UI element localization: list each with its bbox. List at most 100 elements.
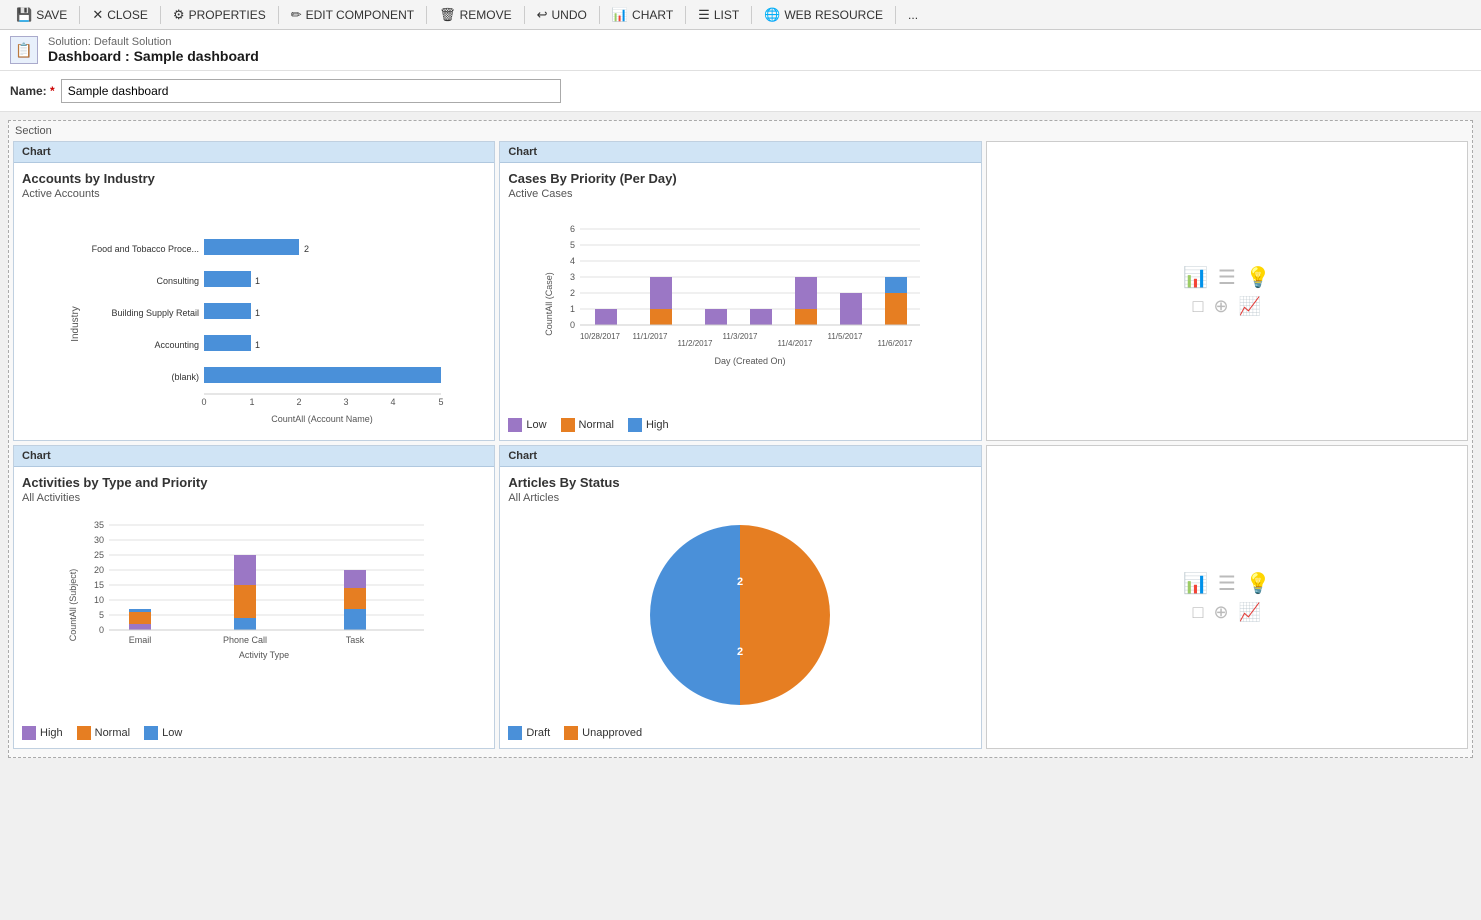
bulb-icon-2: 💡 xyxy=(1246,571,1271,596)
chart1-svg-wrap: Industry Food and Tobacco Proce... 2 Con… xyxy=(22,206,486,432)
chart4-svg-wrap: 2 2 xyxy=(508,510,972,720)
chart2-svg: CountAll (Case) 6 5 4 3 2 xyxy=(540,209,940,409)
svg-text:10/28/2017: 10/28/2017 xyxy=(580,332,621,341)
undo-icon: ↩ xyxy=(537,7,548,23)
legend-high-dot xyxy=(628,418,642,432)
svg-text:2: 2 xyxy=(737,576,743,588)
legend-high-3: High xyxy=(22,726,63,740)
properties-button[interactable]: ⚙ PROPERTIES xyxy=(165,4,274,26)
chart-panel-3-body: Activities by Type and Priority All Acti… xyxy=(14,467,494,748)
chart-panel-1: Chart Accounts by Industry Active Accoun… xyxy=(13,141,495,441)
svg-text:1: 1 xyxy=(255,308,260,318)
save-icon: 💾 xyxy=(16,7,32,23)
svg-text:1: 1 xyxy=(255,340,260,350)
legend-low-3: Low xyxy=(144,726,182,740)
empty-icons-row-2: □ ⊕ 📈 xyxy=(1193,296,1261,317)
grid-row-1: Chart Accounts by Industry Active Accoun… xyxy=(13,141,1468,441)
svg-text:11/6/2017: 11/6/2017 xyxy=(878,339,914,348)
remove-button[interactable]: 🗑 REMOVE xyxy=(431,4,520,26)
chart1-svg: Industry Food and Tobacco Proce... 2 Con… xyxy=(64,209,444,429)
bar-chart-icon-2: 📊 xyxy=(1183,571,1208,596)
chart3-subtitle: All Activities xyxy=(22,492,486,504)
svg-text:20: 20 xyxy=(94,565,104,575)
legend-low: Low xyxy=(508,418,546,432)
chart2-legend: Low Normal High xyxy=(508,418,972,432)
toolbar-separator-5 xyxy=(524,6,525,24)
svg-text:25: 25 xyxy=(94,550,104,560)
edit-icon: ✏ xyxy=(291,7,302,23)
legend-unapproved-dot xyxy=(564,726,578,740)
chart2-title: Cases By Priority (Per Day) xyxy=(508,171,972,186)
svg-text:(blank): (blank) xyxy=(172,372,200,382)
chart1-subtitle: Active Accounts xyxy=(22,188,486,200)
chart3-title: Activities by Type and Priority xyxy=(22,475,486,490)
chart-panel-4: Chart Articles By Status All Articles xyxy=(499,445,981,749)
list-button[interactable]: ☰ LIST xyxy=(690,4,747,26)
undo-button[interactable]: ↩ UNDO xyxy=(529,4,595,26)
list-icon: ☰ xyxy=(698,7,710,23)
empty-icons-row-1: 📊 ☰ 💡 xyxy=(1183,265,1271,290)
legend-normal-dot-3 xyxy=(77,726,91,740)
svg-text:6: 6 xyxy=(570,224,575,234)
svg-text:11/5/2017: 11/5/2017 xyxy=(828,332,864,341)
name-row: Name: * xyxy=(0,71,1481,112)
name-input[interactable] xyxy=(61,79,561,103)
toolbar-separator-4 xyxy=(426,6,427,24)
remove-icon: 🗑 xyxy=(439,7,456,23)
chart1-title: Accounts by Industry xyxy=(22,171,486,186)
legend-high: High xyxy=(628,418,669,432)
chart-panel-4-header: Chart xyxy=(500,446,980,467)
legend-high-dot-3 xyxy=(22,726,36,740)
square-icon-2: □ xyxy=(1193,602,1204,623)
chart-panel-3-header: Chart xyxy=(14,446,494,467)
grid-row-2: Chart Activities by Type and Priority Al… xyxy=(13,445,1468,749)
toolbar-separator-9 xyxy=(895,6,896,24)
svg-text:CountAll (Case): CountAll (Case) xyxy=(544,272,554,336)
globe-icon: 🌐 xyxy=(764,7,780,23)
svg-text:2: 2 xyxy=(297,397,302,407)
dashboard-icon: 📋 xyxy=(10,36,38,64)
chart-panel-2-body: Cases By Priority (Per Day) Active Cases… xyxy=(500,163,980,440)
legend-unapproved: Unapproved xyxy=(564,726,642,740)
chart3-svg-wrap: CountAll (Subject) 35 30 25 20 15 xyxy=(22,510,486,720)
square-icon: □ xyxy=(1193,296,1204,317)
required-marker: * xyxy=(50,84,55,98)
toolbar-separator-6 xyxy=(599,6,600,24)
svg-text:0: 0 xyxy=(99,625,104,635)
toolbar-separator-7 xyxy=(685,6,686,24)
section-label: Section xyxy=(13,125,1468,137)
svg-text:Task: Task xyxy=(346,635,365,645)
name-field-label: Name: * xyxy=(10,84,55,98)
svg-text:Food and Tobacco Proce...: Food and Tobacco Proce... xyxy=(92,244,199,254)
toolbar-separator-3 xyxy=(278,6,279,24)
chart-panel-3: Chart Activities by Type and Priority Al… xyxy=(13,445,495,749)
more-button[interactable]: ... xyxy=(900,5,926,25)
svg-text:Email: Email xyxy=(129,635,152,645)
close-icon: ✕ xyxy=(92,7,103,23)
svg-text:30: 30 xyxy=(94,535,104,545)
legend-draft: Draft xyxy=(508,726,550,740)
toolbar-separator-2 xyxy=(160,6,161,24)
chart-button[interactable]: 📊 CHART xyxy=(604,4,681,26)
legend-normal: Normal xyxy=(561,418,614,432)
svg-text:Consulting: Consulting xyxy=(157,276,200,286)
empty-icons-row-3: 📊 ☰ 💡 xyxy=(1183,571,1271,596)
trend-icon: 📈 xyxy=(1239,296,1261,317)
svg-text:4: 4 xyxy=(391,397,396,407)
svg-text:2: 2 xyxy=(304,244,309,254)
edit-component-button[interactable]: ✏ EDIT COMPONENT xyxy=(283,4,422,26)
bulb-icon: 💡 xyxy=(1246,265,1271,290)
svg-text:1: 1 xyxy=(250,397,255,407)
save-button[interactable]: 💾 SAVE xyxy=(8,4,75,26)
web-resource-button[interactable]: 🌐 WEB RESOURCE xyxy=(756,4,891,26)
legend-normal-dot xyxy=(561,418,575,432)
svg-text:11/4/2017: 11/4/2017 xyxy=(778,339,814,348)
chart3-svg: CountAll (Subject) 35 30 25 20 15 xyxy=(64,510,444,720)
svg-text:Day (Created On): Day (Created On) xyxy=(715,356,786,366)
legend-low-dot xyxy=(508,418,522,432)
chart-panel-4-body: Articles By Status All Articles 2 2 xyxy=(500,467,980,748)
svg-text:11/3/2017: 11/3/2017 xyxy=(723,332,759,341)
chart3-legend: High Normal Low xyxy=(22,726,486,740)
svg-text:CountAll (Subject): CountAll (Subject) xyxy=(68,569,78,642)
close-button[interactable]: ✕ CLOSE xyxy=(84,4,156,26)
